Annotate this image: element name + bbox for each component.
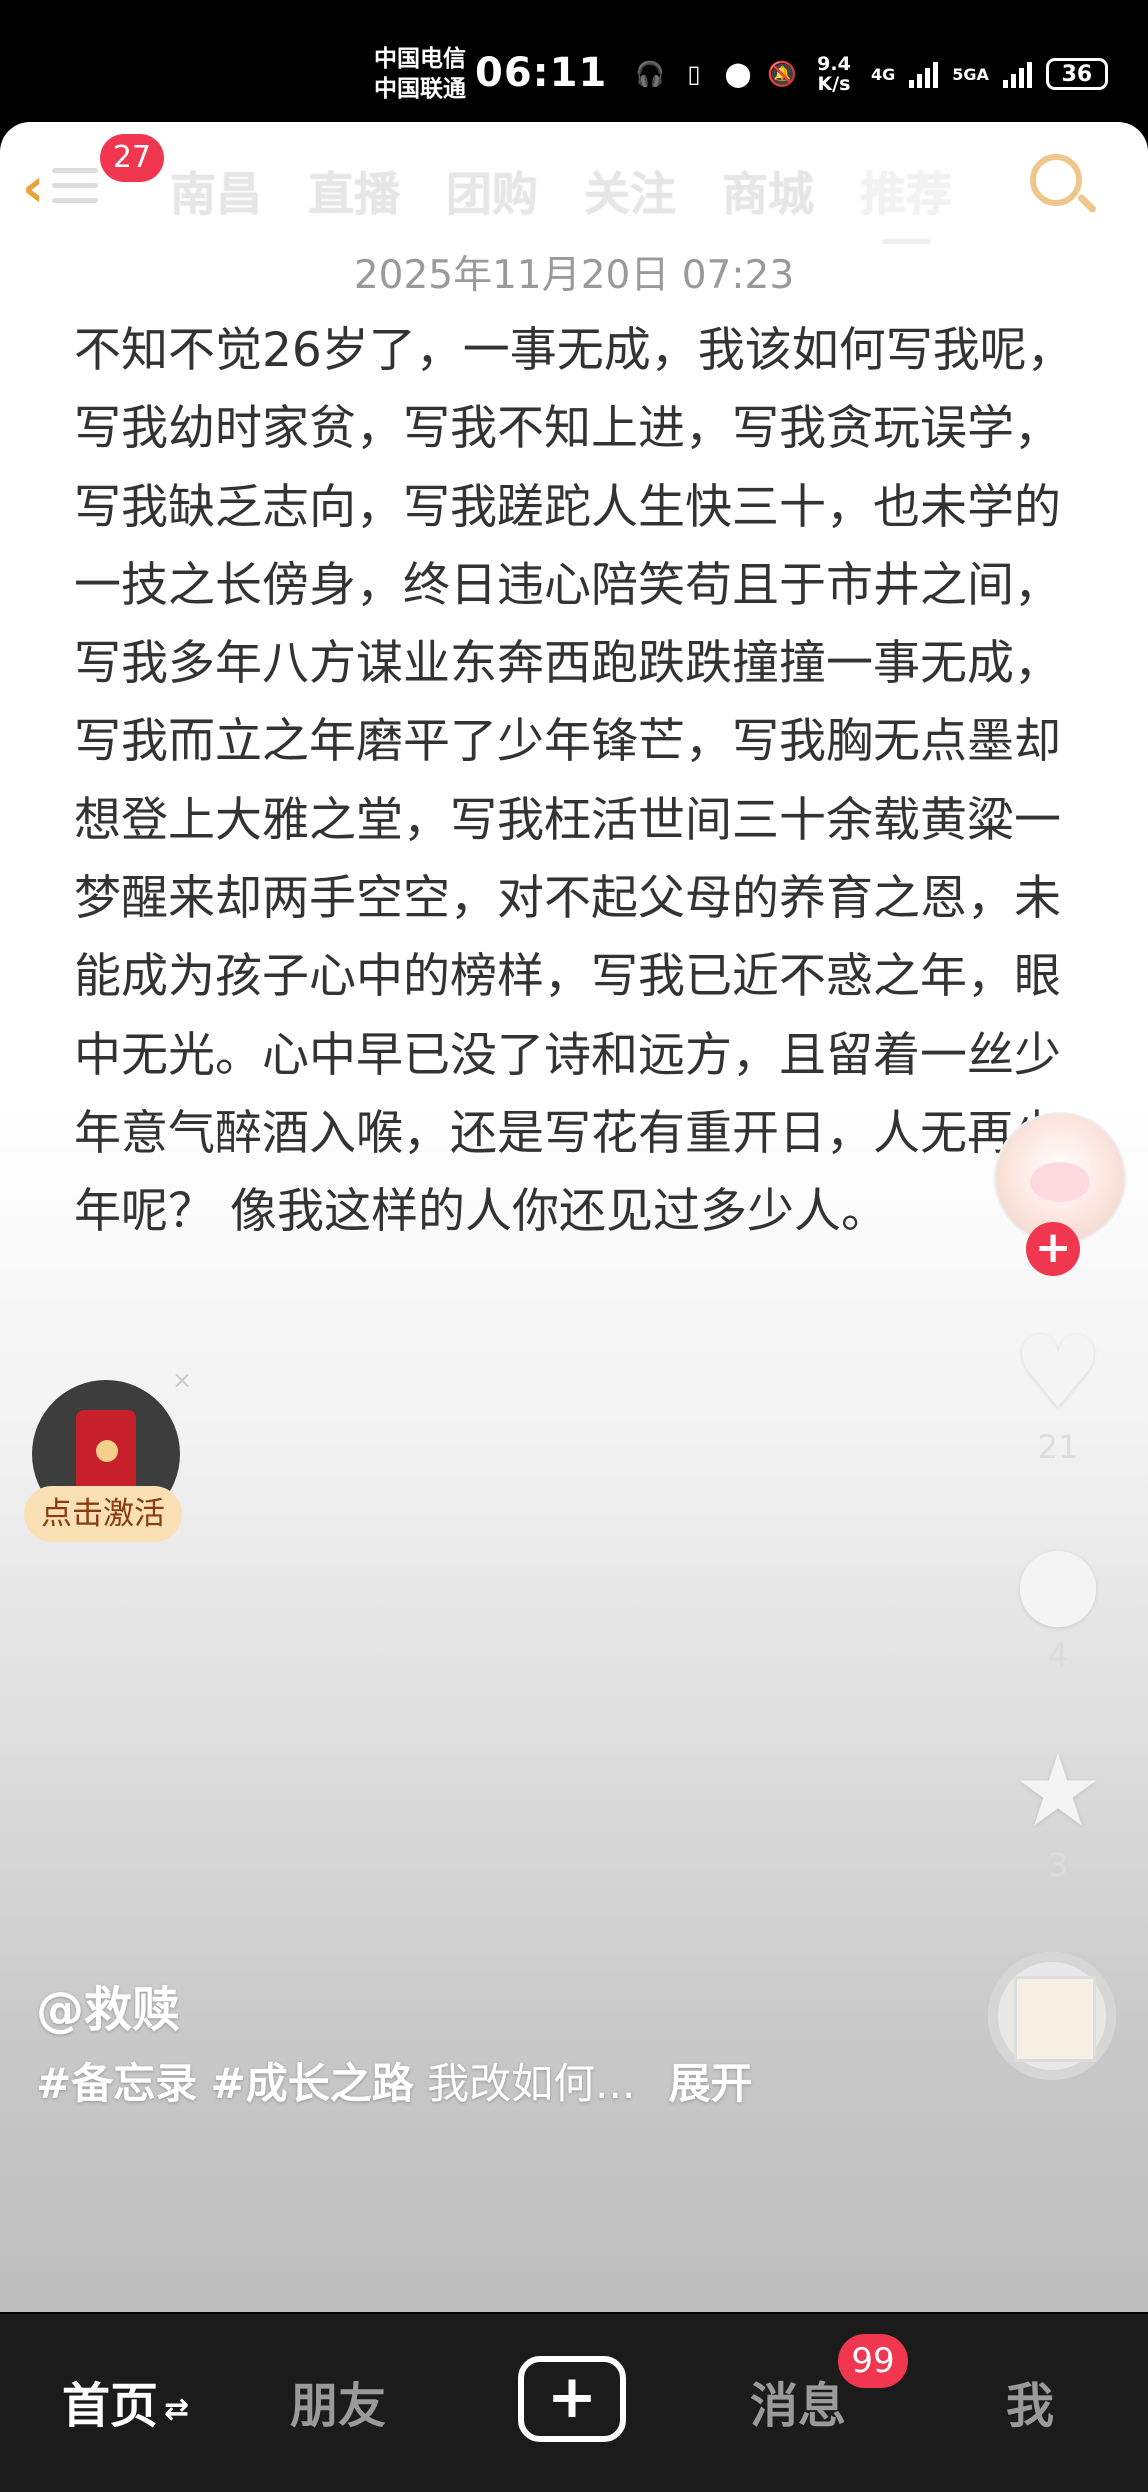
comment-count: 4 <box>1047 1636 1069 1674</box>
hashtag-growth[interactable]: #成长之路 <box>211 2059 414 2108</box>
tab-live[interactable]: 直播 <box>308 158 400 224</box>
search-icon[interactable] <box>1030 154 1082 206</box>
memo-date: 2025年11月20日 07:23 <box>353 253 795 298</box>
battery-icon: 36 <box>1045 58 1108 90</box>
menu-icon[interactable] <box>52 168 98 213</box>
signal-icon-2 <box>1002 60 1032 88</box>
location-icon: ⬤ <box>724 60 752 88</box>
nav-friends[interactable]: 朋友 <box>290 2366 386 2436</box>
swap-icon: ⇄ <box>164 2391 190 2427</box>
carrier-1: 中国电信 <box>374 46 466 72</box>
bottom-nav: 首页 ⇄ 朋友 + 消息 99 我 <box>0 2314 1148 2492</box>
hashtag-memo[interactable]: #备忘录 <box>36 2059 197 2108</box>
status-icons: 🎧 ▯ ⬤ 🔕 9.4 K/s 4G 5GA 36 <box>635 54 1108 94</box>
clock: 06:11 <box>475 50 608 96</box>
star-icon: ★ <box>1013 1732 1103 1849</box>
mute-bell-icon: 🔕 <box>767 60 797 88</box>
tab-group-buy[interactable]: 团购 <box>446 158 538 224</box>
favorite-count: 3 <box>1047 1846 1069 1884</box>
net-speed: 9.4 K/s <box>817 53 851 95</box>
tab-mall[interactable]: 商城 <box>722 158 814 224</box>
nav-me[interactable]: 我 <box>1006 2366 1054 2436</box>
signal-icon-1 <box>909 60 939 88</box>
back-button[interactable]: ‹ <box>22 156 44 219</box>
caption-text: 我改如何... <box>427 2059 636 2108</box>
network-4g: 4G <box>871 64 896 84</box>
nav-messages[interactable]: 消息 <box>750 2366 846 2436</box>
like-button[interactable]: ♥ 21 <box>1004 1314 1112 1467</box>
comment-icon: ● <box>1014 1522 1102 1639</box>
red-packet-close[interactable]: × <box>172 1366 192 1394</box>
memo-text: 不知不觉26岁了，一事无成，我该如何写我呢，写我幼时家贫，写我不知上进，写我贪玩… <box>74 323 1074 1240</box>
messages-badge: 99 <box>838 2334 908 2388</box>
expand-button[interactable]: 展开 <box>669 2059 753 2108</box>
phone-icon: ▯ <box>687 60 701 88</box>
activate-button[interactable]: 点击激活 <box>24 1486 182 1542</box>
tab-following[interactable]: 关注 <box>584 158 676 224</box>
carrier-labels: 中国电信 中国联通 <box>374 44 466 104</box>
tab-recommended[interactable]: 推荐 <box>860 158 952 244</box>
author-name[interactable]: @救赎 <box>36 1970 180 2040</box>
favorite-button[interactable]: ★ 3 <box>1004 1732 1112 1885</box>
music-disc-icon[interactable] <box>988 1952 1116 2080</box>
tab-bar: 南昌 直播 团购 关注 商城 推荐 <box>170 158 952 244</box>
menu-badge: 27 <box>100 134 164 182</box>
tab-nanchang[interactable]: 南昌 <box>170 158 262 224</box>
follow-button[interactable]: + <box>1026 1222 1080 1276</box>
network-5ga: 5GA <box>952 64 989 84</box>
video-screen[interactable]: ‹ 27 南昌 直播 团购 关注 商城 推荐 2025年11月20日 07:23… <box>0 122 1148 2312</box>
video-caption: #备忘录 #成长之路 我改如何... 展开 <box>36 2050 753 2111</box>
comment-button[interactable]: ● 4 <box>1004 1522 1112 1675</box>
headphones-icon: 🎧 <box>635 60 665 88</box>
create-plus-button[interactable]: + <box>518 2356 626 2442</box>
like-count: 21 <box>1037 1428 1079 1466</box>
nav-home[interactable]: 首页 ⇄ <box>62 2366 189 2436</box>
carrier-2: 中国联通 <box>374 76 466 102</box>
status-bar: 中国电信 中国联通 06:11 🎧 ▯ ⬤ 🔕 9.4 K/s 4G 5GA 36 <box>0 0 1148 120</box>
heart-icon: ♥ <box>1013 1314 1103 1431</box>
